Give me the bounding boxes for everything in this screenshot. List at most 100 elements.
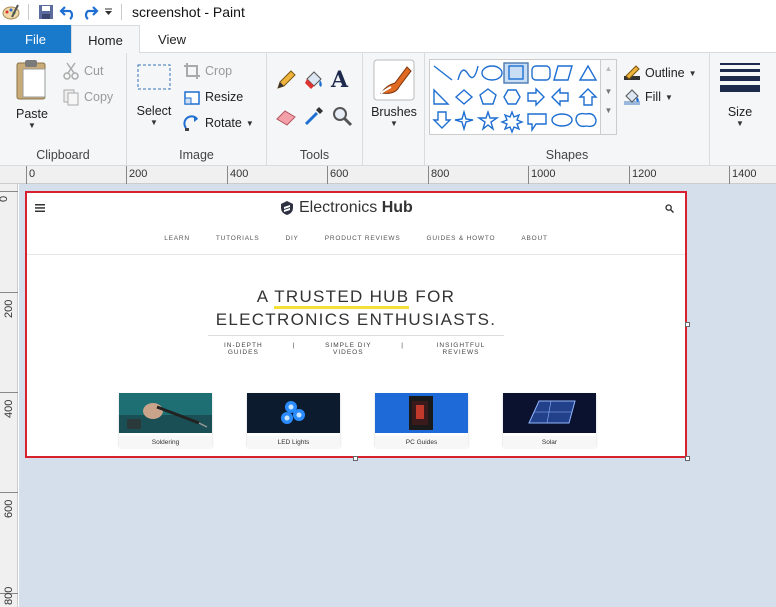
- crop-button[interactable]: Crop: [183, 61, 232, 81]
- vertical-ruler: 0 200 400 600 800: [0, 184, 18, 607]
- resize-handle-corner[interactable]: [685, 456, 690, 461]
- resize-handle-right[interactable]: [685, 322, 690, 327]
- ruler-tick-label: 800: [431, 168, 450, 180]
- nav-product-reviews[interactable]: PRODUCT REVIEWS: [325, 235, 401, 242]
- ruler-tick-label: 800: [3, 586, 15, 605]
- ruler-tick-label: 400: [3, 399, 15, 418]
- logo-bold-text: Hub: [381, 199, 413, 216]
- tools-group: A Tools: [267, 53, 363, 166]
- copy-button[interactable]: Copy: [62, 87, 113, 107]
- ruler-tick-label: 600: [330, 168, 349, 180]
- subtitle-item: INSIGHTFUL REVIEWS: [436, 342, 486, 356]
- category-card[interactable]: PC Guides: [375, 393, 468, 449]
- highlighted-text: TRUSTED HUB: [274, 287, 410, 309]
- hamburger-menu-icon[interactable]: [35, 201, 45, 215]
- outline-dropdown-icon[interactable]: ▼: [689, 69, 697, 78]
- image-canvas[interactable]: Electronics Hub LEARN TUTORIALS DIY PROD…: [25, 191, 687, 458]
- ruler-tick-label: 1000: [531, 168, 556, 180]
- ribbon: Paste ▼ Cut Copy Clipboard Select ▼ Crop…: [0, 53, 776, 166]
- window-title: screenshot - Paint: [132, 4, 245, 20]
- select-label: Select: [136, 104, 172, 118]
- copy-icon: [63, 89, 79, 106]
- ruler-tick-label: 400: [230, 168, 249, 180]
- save-icon[interactable]: [35, 1, 57, 23]
- brushes-button[interactable]: Brushes ▼: [369, 59, 419, 128]
- select-button[interactable]: Select ▼: [133, 63, 175, 127]
- magnifier-icon[interactable]: [331, 105, 353, 130]
- fill-bucket-small-icon: [624, 89, 640, 105]
- size-dropdown-icon[interactable]: ▼: [736, 119, 744, 128]
- brush-icon: [373, 59, 415, 101]
- category-card[interactable]: LED Lights: [247, 393, 340, 449]
- resize-label: Resize: [205, 90, 244, 104]
- scroll-up-icon[interactable]: ▲: [601, 64, 616, 73]
- fill-label: Fill: [645, 90, 661, 104]
- scissors-icon: [63, 62, 79, 80]
- tab-file[interactable]: File: [0, 25, 71, 53]
- brushes-dropdown-icon[interactable]: ▼: [390, 119, 398, 128]
- size-label: Size: [727, 105, 753, 119]
- nav-learn[interactable]: LEARN: [164, 235, 190, 242]
- line-size-icon: [720, 63, 760, 92]
- nav-guides-howto[interactable]: GUIDES & HOWTO: [427, 235, 496, 242]
- shapes-scrollbar[interactable]: ▲ ▼ ▼: [601, 59, 617, 135]
- copy-label: Copy: [84, 90, 114, 104]
- scroll-down-icon[interactable]: ▼: [601, 87, 616, 96]
- search-icon[interactable]: [665, 202, 675, 216]
- logo-text: Electronics: [299, 199, 378, 216]
- tab-view[interactable]: View: [140, 25, 204, 53]
- customize-qa-dropdown-icon[interactable]: [101, 1, 115, 23]
- led-lights-image: [247, 393, 340, 433]
- outline-label: Outline: [645, 66, 685, 80]
- crop-label: Crop: [205, 64, 233, 78]
- cut-button[interactable]: Cut: [62, 61, 103, 81]
- card-label: LED Lights: [247, 436, 340, 449]
- hero-section: A TRUSTED HUB FOR ELECTRONICS ENTHUSIAST…: [27, 285, 685, 356]
- title-bar: screenshot - Paint: [0, 0, 776, 24]
- subtitle-divider: |: [292, 342, 296, 349]
- text-tool-icon[interactable]: A: [331, 67, 348, 93]
- fill-button[interactable]: Fill ▼: [623, 87, 673, 107]
- color-picker-icon[interactable]: [303, 105, 325, 130]
- category-card[interactable]: Soldering: [119, 393, 212, 449]
- tab-home[interactable]: Home: [71, 25, 140, 54]
- resize-handle-bottom[interactable]: [353, 456, 358, 461]
- clipboard-group: Paste ▼ Cut Copy Clipboard: [0, 53, 127, 166]
- tools-group-label: Tools: [299, 148, 330, 162]
- shapes-gallery[interactable]: [429, 59, 601, 135]
- paint-app-icon[interactable]: [0, 1, 22, 23]
- category-card[interactable]: Solar: [503, 393, 596, 449]
- cut-label: Cut: [84, 64, 104, 78]
- undo-icon[interactable]: [57, 1, 79, 23]
- select-rectangle-icon: [137, 64, 171, 90]
- select-dropdown-icon[interactable]: ▼: [150, 118, 158, 127]
- rotate-button[interactable]: Rotate ▼: [183, 113, 254, 133]
- shapes-group-label: Shapes: [545, 148, 589, 162]
- subtitle-item: IN-DEPTH GUIDES: [223, 342, 263, 356]
- paste-dropdown-icon[interactable]: ▼: [28, 121, 36, 130]
- nav-diy[interactable]: DIY: [285, 235, 298, 242]
- card-label: Soldering: [119, 436, 212, 449]
- shapes-group: ▲ ▼ ▼ Outline ▼ Fill ▼ Shapes: [425, 53, 710, 166]
- fill-bucket-icon[interactable]: [303, 69, 325, 94]
- shield-logo-icon: [281, 201, 293, 215]
- quick-access-toolbar: [0, 0, 128, 24]
- image-group: Select ▼ Crop Resize Rotate ▼ Image: [127, 53, 267, 166]
- nav-about[interactable]: ABOUT: [521, 235, 547, 242]
- fill-dropdown-icon[interactable]: ▼: [665, 93, 673, 102]
- redo-icon[interactable]: [79, 1, 101, 23]
- site-logo[interactable]: Electronics Hub: [280, 199, 413, 217]
- outline-button[interactable]: Outline ▼: [623, 63, 697, 83]
- gallery-expand-icon[interactable]: ▼: [601, 106, 616, 115]
- pencil-icon[interactable]: [275, 69, 297, 94]
- rotate-dropdown-icon[interactable]: ▼: [246, 119, 254, 128]
- eraser-icon[interactable]: [275, 105, 297, 130]
- resize-button[interactable]: Resize: [183, 87, 243, 107]
- size-button[interactable]: Size ▼: [718, 61, 762, 128]
- paste-button[interactable]: Paste ▼: [10, 59, 54, 130]
- ruler-tick-label: 200: [3, 299, 15, 318]
- nav-tutorials[interactable]: TUTORIALS: [216, 235, 260, 242]
- paste-icon: [16, 60, 46, 100]
- solar-image: [503, 393, 596, 433]
- ruler-tick-label: 600: [3, 499, 15, 518]
